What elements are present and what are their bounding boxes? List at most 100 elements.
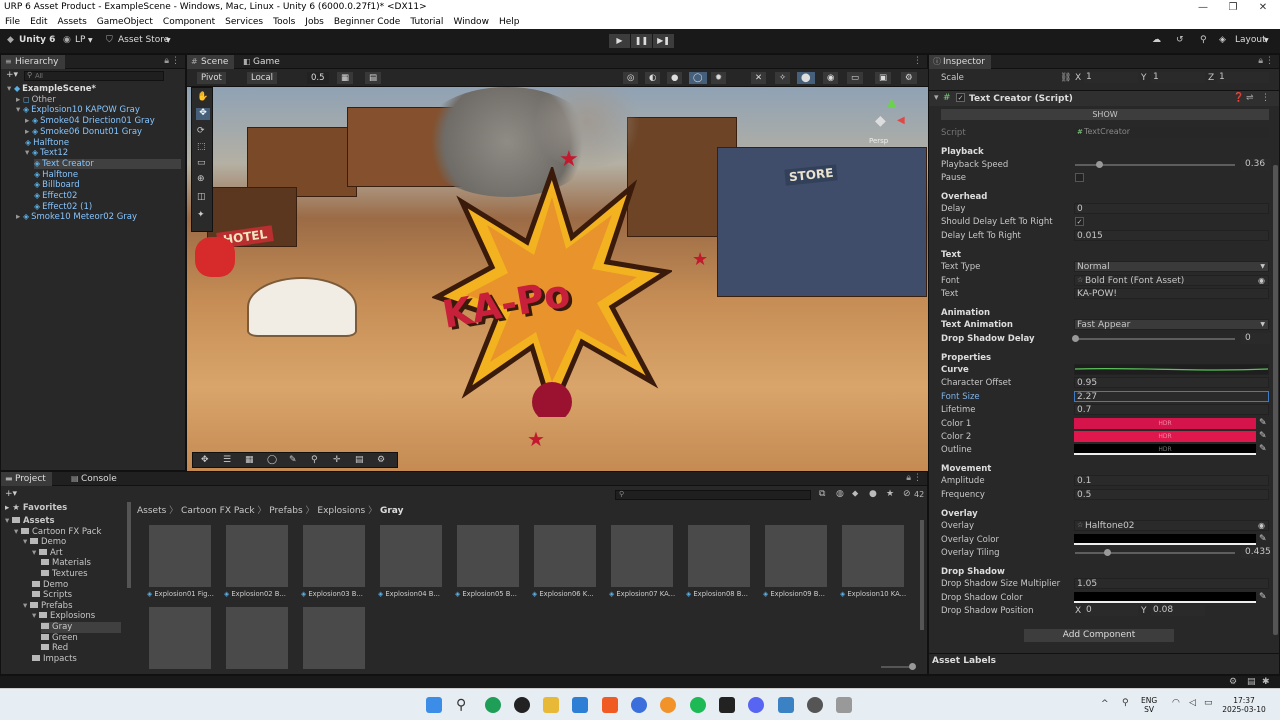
camera-icon[interactable]: ▭ xyxy=(847,72,864,84)
project-folder[interactable]: ▾ Explosions xyxy=(32,611,121,622)
breadcrumb-item[interactable]: Assets xyxy=(137,506,166,516)
project-folder[interactable]: Materials xyxy=(41,558,121,569)
component-enabled-checkbox[interactable]: ✓ xyxy=(956,93,965,102)
settings-icon[interactable]: ⚙ xyxy=(377,455,385,465)
search-icon[interactable]: ⚲ xyxy=(456,697,472,713)
foldout-icon[interactable]: ▾ xyxy=(32,611,39,621)
overlay-field[interactable]: ☆ Halftone02 ◉ xyxy=(1074,520,1269,531)
curve-field[interactable] xyxy=(1074,364,1269,375)
scene-viewport[interactable]: HOTEL STORE KA-Po ★ ★ ★ ▲ ◆ ◀ Persp ✋ ✥ … xyxy=(187,87,929,472)
tray-chevron-icon[interactable]: ^ xyxy=(1101,699,1109,709)
file-explorer-icon[interactable] xyxy=(543,697,559,713)
project-folder[interactable]: Gray xyxy=(41,622,121,633)
project-folder[interactable]: Impacts xyxy=(32,654,121,665)
gizmo-center-icon[interactable]: ◎ xyxy=(623,72,639,84)
kebab-menu-icon[interactable]: ⋮ xyxy=(1265,56,1274,66)
menu-tutorial[interactable]: Tutorial xyxy=(405,15,448,29)
eyedropper-icon[interactable]: ✎ xyxy=(1259,418,1267,428)
foldout-icon[interactable]: ▾ xyxy=(934,93,939,103)
hierarchy-item[interactable]: ◈ Billboard xyxy=(34,180,181,191)
menu-services[interactable]: Services xyxy=(220,15,268,29)
layers-icon[interactable]: ▤ xyxy=(1247,677,1256,687)
kebab-menu-icon[interactable]: ⋮ xyxy=(913,473,922,483)
eyedropper-icon[interactable]: ✎ xyxy=(1259,431,1267,441)
overlay-tiling-knob[interactable] xyxy=(1104,549,1111,556)
cursor-tool-icon[interactable]: ✦ xyxy=(197,210,205,220)
playback-speed-field[interactable]: 0.36 xyxy=(1241,159,1271,170)
asset-thumbnail[interactable] xyxy=(842,525,904,587)
cloud-icon[interactable]: ☁ xyxy=(1152,35,1161,45)
lifetime-field[interactable]: 0.7 xyxy=(1074,404,1269,415)
asset-thumbnail[interactable] xyxy=(765,525,827,587)
maximize-icon[interactable]: ❐ xyxy=(1217,0,1249,15)
menu-gameobject[interactable]: GameObject xyxy=(92,15,158,29)
preset-icon[interactable]: ⇌ xyxy=(1246,93,1254,103)
view-tool-icon[interactable]: ✋ xyxy=(197,92,208,102)
discord-icon[interactable] xyxy=(748,697,764,713)
foldout-icon[interactable]: ▾ xyxy=(14,527,21,537)
should-delay-ltr-checkbox[interactable]: ✓ xyxy=(1075,217,1084,226)
lock-icon[interactable]: 🔒︎ xyxy=(1258,56,1263,66)
font-size-field[interactable]: 2.27 xyxy=(1074,391,1269,402)
light-icon[interactable]: ✧ xyxy=(775,72,791,84)
vscode-icon[interactable] xyxy=(572,697,588,713)
start-icon[interactable] xyxy=(426,697,442,713)
menu-edit[interactable]: Edit xyxy=(25,15,52,29)
help-icon[interactable]: ❓ xyxy=(1233,93,1244,103)
browser-icon[interactable] xyxy=(631,697,647,713)
link-icon[interactable]: ⛓ xyxy=(1060,73,1071,83)
favorite-icon[interactable]: ★ xyxy=(886,489,894,499)
clock[interactable]: 17:37 2025-03-10 xyxy=(1222,696,1266,714)
scale-y-field[interactable]: 1 xyxy=(1151,72,1205,83)
favorites-header[interactable]: ▸ ★ Favorites xyxy=(5,503,67,514)
project-folder[interactable]: ▾ Assets xyxy=(5,516,121,527)
notepad-icon[interactable] xyxy=(778,697,794,713)
breadcrumb-item[interactable]: Cartoon FX Pack xyxy=(181,506,255,516)
hierarchy-item[interactable]: ◈ Effect02 (1) xyxy=(34,202,181,213)
project-folder[interactable]: Red xyxy=(41,643,121,654)
hierarchy-item[interactable]: ◈ Halftone xyxy=(34,170,181,181)
terminal-icon[interactable] xyxy=(719,697,735,713)
hierarchy-item[interactable]: ◈ Effect02 xyxy=(34,191,181,202)
asset-thumbnail[interactable] xyxy=(303,607,365,669)
asset-thumbnail[interactable] xyxy=(303,525,365,587)
text-type-dropdown[interactable]: Normal ▼ xyxy=(1074,261,1269,272)
zoom-slider-knob[interactable] xyxy=(909,663,916,670)
mic-icon[interactable]: ⚲ xyxy=(1122,698,1129,708)
snap-value[interactable]: 0.5 xyxy=(307,72,329,84)
show-button[interactable]: SHOW xyxy=(941,109,1269,120)
tree-scrollbar[interactable] xyxy=(127,502,131,588)
project-folder[interactable]: ▾ Art xyxy=(32,548,121,559)
move-icon[interactable]: ✥ xyxy=(201,455,209,465)
component-header[interactable]: ▾ # ✓ Text Creator (Script) ❓ ⇌ ⋮ xyxy=(929,90,1279,106)
tab-hierarchy[interactable]: ≡ Hierarchy xyxy=(1,55,65,69)
rotate-tool-icon[interactable]: ⟳ xyxy=(197,126,205,136)
menu-window[interactable]: Window xyxy=(448,15,494,29)
search-icon[interactable]: ⚲ xyxy=(1200,35,1207,45)
amplitude-field[interactable]: 0.1 xyxy=(1074,475,1269,486)
hierarchy-item[interactable]: ▸ ◻ Other xyxy=(16,95,181,106)
settings-icon[interactable]: ⚙ xyxy=(901,72,917,84)
menu-tools[interactable]: Tools xyxy=(268,15,300,29)
pause-icon[interactable]: ❚❚ xyxy=(631,34,652,48)
move-tool-icon[interactable]: ✥ xyxy=(196,108,210,120)
menu-jobs[interactable]: Jobs xyxy=(300,15,329,29)
eyedropper-icon[interactable]: ✎ xyxy=(1259,534,1267,544)
minimize-icon[interactable]: — xyxy=(1187,0,1219,15)
audio-icon[interactable]: ✕ xyxy=(751,72,767,84)
layers-icon[interactable]: ◈ xyxy=(1219,35,1226,45)
brush-icon[interactable]: ✎ xyxy=(289,455,297,465)
asset-thumbnail[interactable] xyxy=(149,525,211,587)
hierarchy-item[interactable]: ▸ ◈ Smoke04 Driection01 Gray xyxy=(25,116,181,127)
playback-speed-knob[interactable] xyxy=(1096,161,1103,168)
layout-dropdown[interactable]: Layout xyxy=(1235,35,1266,45)
custom-tool-icon[interactable]: ◫ xyxy=(197,192,206,202)
menu-beginner-code[interactable]: Beginner Code xyxy=(329,15,405,29)
asset-thumbnail[interactable] xyxy=(380,525,442,587)
menu-file[interactable]: File xyxy=(0,15,25,29)
project-folder[interactable]: ▾ Demo xyxy=(23,537,121,548)
gizmos-icon[interactable]: ▣ xyxy=(875,72,892,84)
text-field[interactable]: KA-POW! xyxy=(1074,288,1269,299)
overlay-tiling-slider[interactable] xyxy=(1075,552,1235,554)
asset-thumbnail[interactable] xyxy=(226,525,288,587)
